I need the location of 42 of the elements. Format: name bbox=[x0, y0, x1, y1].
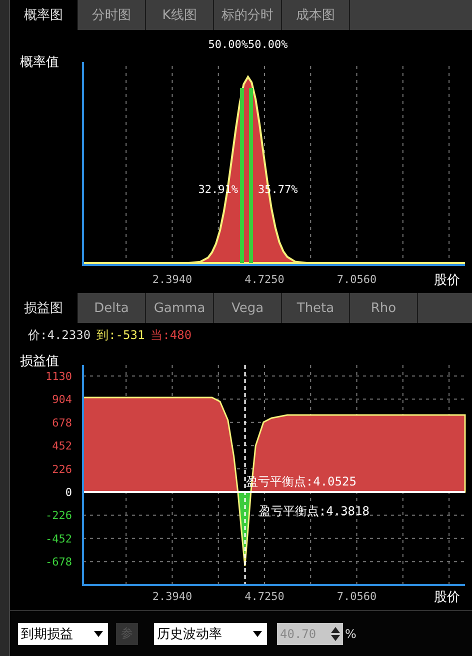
tab[interactable]: Gamma bbox=[146, 293, 214, 323]
axis-tick-label: 904 bbox=[52, 393, 72, 406]
axis-tick-label: 4.7250 bbox=[244, 590, 284, 603]
axis-tick-label: 0 bbox=[65, 486, 72, 499]
axis-tick-label: -452 bbox=[46, 532, 72, 546]
breakeven-label: 盈亏平衡点:4.0525 bbox=[246, 474, 356, 488]
axis-tick-label: 7.0560 bbox=[336, 590, 377, 603]
axis-tick-label: -226 bbox=[46, 509, 72, 522]
tab[interactable]: 分时图 bbox=[78, 0, 146, 30]
tab[interactable]: Vega bbox=[214, 293, 282, 323]
axis-title: 股价 bbox=[434, 590, 460, 605]
axis-tick-label: 2.3940 bbox=[152, 273, 192, 286]
quote-text: 到:-531 bbox=[96, 326, 145, 344]
breakeven-label: 盈亏平衡点:4.3818 bbox=[258, 504, 370, 518]
unit-label: % bbox=[345, 626, 356, 640]
tab[interactable]: Rho bbox=[350, 293, 418, 323]
tab[interactable]: Theta bbox=[282, 293, 350, 323]
axis-tick-label: -678 bbox=[46, 556, 72, 569]
tab[interactable]: 概率图 bbox=[10, 0, 78, 30]
tab[interactable]: 成本图 bbox=[282, 0, 350, 30]
caret-icon bbox=[94, 630, 103, 636]
quote-text: 当:480 bbox=[150, 326, 192, 344]
axis-title: 概率值 bbox=[20, 55, 59, 70]
axis-tick-label: 1130 bbox=[46, 370, 72, 383]
probability-label: 50.00%50.00% bbox=[208, 38, 288, 51]
caret-icon bbox=[253, 630, 262, 636]
quote-text: 价:4.2330 bbox=[28, 326, 91, 344]
tab[interactable]: K线图 bbox=[146, 0, 214, 30]
tab[interactable]: Delta bbox=[78, 293, 146, 323]
axis-title: 损益值 bbox=[20, 354, 59, 369]
axis-tick-label: 452 bbox=[52, 440, 72, 453]
axis-tick-label: 678 bbox=[52, 416, 72, 430]
dropdown[interactable]: 历史波动率 bbox=[154, 622, 267, 644]
axis-title: 股价 bbox=[434, 273, 460, 288]
spinner-icon bbox=[331, 626, 340, 640]
tab[interactable]: 标的分时 bbox=[214, 0, 282, 30]
axis-tick-label: 226 bbox=[52, 462, 72, 476]
axis-tick-label: 2.3940 bbox=[152, 590, 192, 603]
axis-tick-label: 4.7250 bbox=[244, 273, 284, 286]
dropdown[interactable]: 到期损益 bbox=[18, 622, 108, 644]
axis-tick-label: 7.0560 bbox=[336, 273, 377, 286]
tab[interactable]: 损益图 bbox=[10, 293, 78, 323]
